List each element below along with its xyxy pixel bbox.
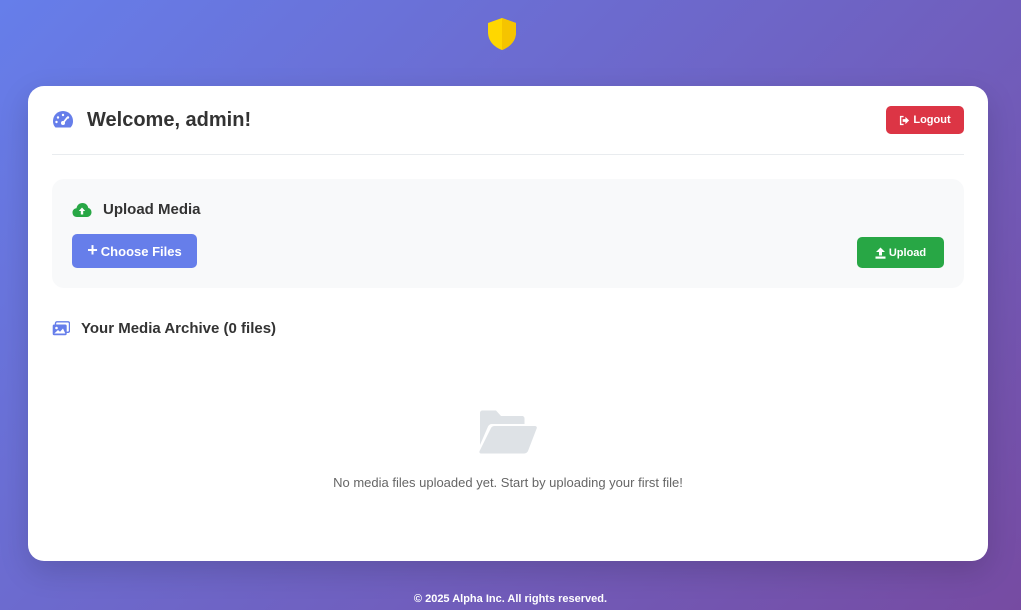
- images-icon: [52, 321, 70, 336]
- footer: © 2025 Alpha Inc. All rights reserved.: [413, 593, 608, 605]
- archive-title: Your Media Archive (0 files): [52, 320, 276, 337]
- upload-title-text: Upload Media: [103, 201, 201, 218]
- upload-button[interactable]: Upload: [857, 237, 944, 268]
- choose-files-label: Choose Files: [100, 243, 182, 259]
- dashboard-header: Welcome, admin! Logout: [52, 86, 964, 155]
- header-left: Welcome, admin!: [52, 109, 251, 132]
- upload-label: Upload: [888, 246, 927, 259]
- upload-title: Upload Media: [72, 201, 201, 218]
- choose-files-button[interactable]: + Choose Files: [72, 234, 197, 268]
- plus-icon: +: [87, 240, 98, 260]
- upload-icon: [875, 247, 886, 259]
- logout-button[interactable]: Logout: [886, 106, 964, 134]
- welcome-heading: Welcome, admin!: [87, 108, 252, 131]
- archive-title-text: Your Media Archive (0 files): [81, 320, 277, 337]
- empty-state: No media files uploaded yet. Start by up…: [28, 409, 988, 490]
- upload-section: Upload Media + Choose Files Upload: [52, 179, 964, 288]
- folder-open-icon: [479, 410, 537, 454]
- tachometer-icon: [53, 111, 73, 128]
- cloud-upload-icon: [72, 202, 92, 217]
- logout-label: Logout: [913, 114, 951, 126]
- dashboard-card: Welcome, admin! Logout Upload Media + Ch…: [28, 86, 988, 561]
- shield-icon: [488, 18, 516, 50]
- empty-message: No media files uploaded yet. Start by up…: [333, 475, 683, 490]
- sign-out-icon: [900, 115, 910, 125]
